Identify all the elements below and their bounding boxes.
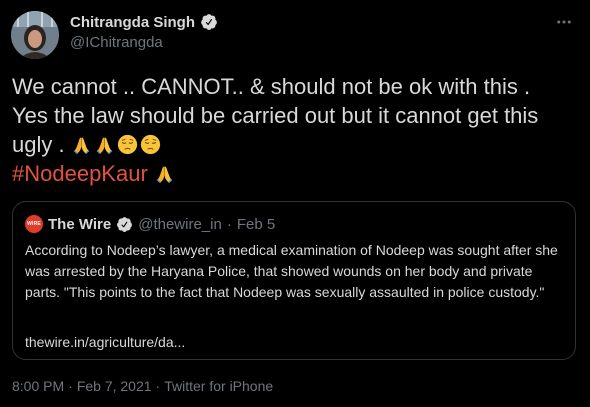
author-avatar[interactable] [11, 11, 59, 59]
folded-hands-emoji [94, 134, 115, 155]
hashtag-link[interactable]: #NodeepKaur [12, 161, 148, 186]
folded-hands-emoji [154, 163, 175, 184]
tweet-text-line-2: Yes the law should be carried out but it… [12, 103, 539, 128]
tweet-text-line-3-text: ugly . [12, 132, 65, 157]
quoted-tweet-text: According to Nodeep’s lawyer, a medical … [25, 242, 558, 300]
tweet-text-line-3: ugly . [12, 130, 582, 159]
pensive-face-emoji [117, 134, 138, 155]
quoted-author-name: The Wire [48, 215, 112, 233]
quoted-author-handle: @thewire_in [138, 215, 222, 233]
verified-badge-icon [200, 13, 218, 31]
pensive-face-emoji [140, 134, 161, 155]
tweet-text-line-4: #NodeepKaur [12, 159, 582, 188]
tweet-time[interactable]: 8:00 PM [12, 378, 64, 394]
folded-hands-emoji [71, 134, 92, 155]
more-options-icon[interactable] [552, 10, 576, 34]
author-name[interactable]: Chitrangda Singh [70, 13, 218, 31]
tweet-text-line-1: We cannot .. CANNOT.. & should not be ok… [12, 74, 531, 99]
tweet-date[interactable]: Feb 7, 2021 [77, 378, 152, 394]
quoted-tweet-link[interactable]: thewire.in/agriculture/da... [25, 334, 185, 350]
author-name-text: Chitrangda Singh [70, 13, 195, 31]
quoted-author-avatar: WIRE [25, 215, 43, 233]
quoted-tweet[interactable]: WIRE The Wire @thewire_in · Feb 5 Accord… [12, 201, 576, 360]
verified-badge-icon [116, 216, 133, 233]
quoted-tweet-header: WIRE The Wire @thewire_in · Feb 5 [25, 215, 275, 233]
tweet-source[interactable]: Twitter for iPhone [164, 378, 273, 394]
tweet-text: We cannot .. CANNOT.. & should not be ok… [12, 72, 582, 188]
meta-separator: · [226, 215, 232, 233]
author-handle[interactable]: @IChitrangda [70, 34, 163, 51]
avatar-photo-image [11, 11, 59, 59]
tweet-footer: 8:00 PM · Feb 7, 2021 · Twitter for iPho… [12, 378, 273, 394]
meta-separator: · [68, 378, 73, 394]
tweet-card: Chitrangda Singh @IChitrangda We cannot … [0, 0, 590, 407]
quoted-tweet-date: Feb 5 [236, 215, 276, 233]
meta-separator: · [155, 378, 161, 394]
